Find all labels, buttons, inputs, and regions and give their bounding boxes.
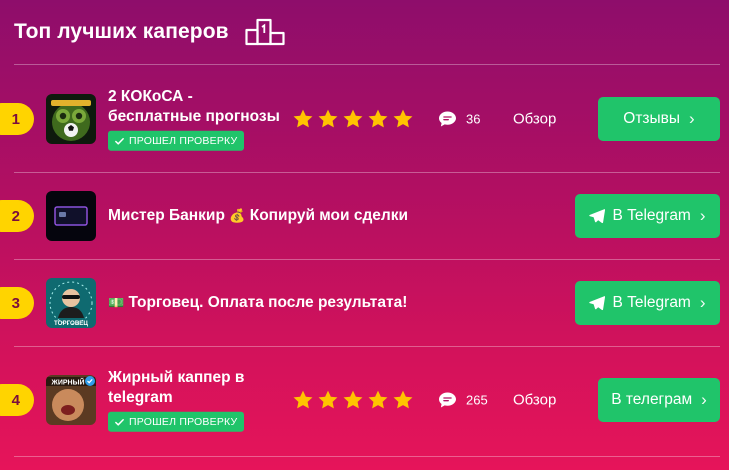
star-icon xyxy=(342,389,364,411)
comment-icon xyxy=(438,111,457,128)
money-icon: 💵 xyxy=(108,295,125,310)
telegram-icon xyxy=(589,295,605,311)
star-icon xyxy=(392,108,414,130)
divider xyxy=(14,346,720,347)
avatar[interactable] xyxy=(46,191,96,241)
review-link[interactable]: Обзор xyxy=(513,392,556,409)
chevron-right-icon: › xyxy=(699,206,706,225)
divider xyxy=(14,64,720,65)
star-icon xyxy=(367,108,389,130)
logo-text: ТОРГОВЕЦ xyxy=(54,320,88,327)
money-bag-icon: 💰 xyxy=(229,208,246,223)
logo-text: ЖИРНЫЙ xyxy=(51,378,85,387)
avatar[interactable]: ТОРГОВЕЦ xyxy=(46,278,96,328)
telegram-button[interactable]: В Telegram › xyxy=(575,281,720,325)
chevron-right-icon: › xyxy=(689,109,695,128)
capper-title[interactable]: 2 КОКоСА - бесплатные прогнозы xyxy=(108,87,280,127)
comments-count[interactable]: 36 xyxy=(438,111,480,128)
star-icon xyxy=(317,389,339,411)
list-item: 1 2 КОКоСА - бесплатные прогнозы ПРОШЕЛ … xyxy=(0,76,720,162)
avatar[interactable] xyxy=(46,94,96,144)
list-item: 2 Мистер Банкир 💰 Копируй мои сделки В T… xyxy=(0,173,720,259)
star-icon xyxy=(292,389,314,411)
rank-badge: 1 xyxy=(0,103,34,135)
chevron-right-icon: › xyxy=(701,390,707,409)
verified-badge: ПРОШЕЛ ПРОВЕРКУ xyxy=(108,130,245,151)
comments-count[interactable]: 265 xyxy=(438,392,488,409)
list-item: 3 ТОРГОВЕЦ 💵 Торговец. Оплата после резу… xyxy=(0,260,720,346)
telegram-icon xyxy=(589,208,605,224)
comment-icon xyxy=(438,392,457,409)
list-item: 4 ЖИРНЫЙ Жирный каппер в telegram ПРОШЕЛ… xyxy=(0,357,720,443)
page-title: Топ лучших каперов xyxy=(14,20,229,43)
capper-title[interactable]: Жирный каппер в telegram xyxy=(108,368,244,408)
capper-title[interactable]: Мистер Банкир 💰 Копируй мои сделки xyxy=(108,206,408,226)
reviews-button[interactable]: Отзывы › xyxy=(598,97,720,141)
review-link[interactable]: Обзор xyxy=(513,111,556,128)
rating-stars xyxy=(292,389,414,411)
star-icon xyxy=(392,389,414,411)
podium-icon xyxy=(245,18,285,46)
rating-stars xyxy=(292,108,414,130)
star-icon xyxy=(342,108,364,130)
rank-badge: 3 xyxy=(0,287,34,319)
telegram-button[interactable]: В телеграм › xyxy=(598,378,720,422)
star-icon xyxy=(292,108,314,130)
star-icon xyxy=(317,108,339,130)
star-icon xyxy=(367,389,389,411)
page-header: Топ лучших каперов xyxy=(14,18,285,46)
divider xyxy=(14,456,720,457)
capper-title[interactable]: 💵 Торговец. Оплата после результата! xyxy=(108,293,407,313)
avatar[interactable]: ЖИРНЫЙ xyxy=(46,375,96,425)
check-icon xyxy=(114,416,125,427)
verified-badge: ПРОШЕЛ ПРОВЕРКУ xyxy=(108,411,245,432)
rank-badge: 2 xyxy=(0,200,34,232)
rank-badge: 4 xyxy=(0,384,34,416)
check-icon xyxy=(114,135,125,146)
chevron-right-icon: › xyxy=(699,293,706,312)
telegram-button[interactable]: В Telegram › xyxy=(575,194,720,238)
